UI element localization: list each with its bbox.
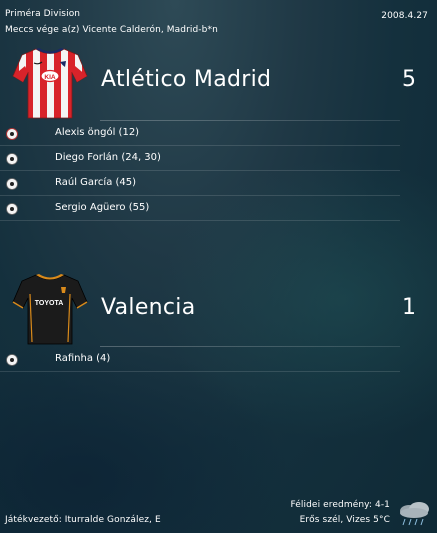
own-goal-ball-icon <box>6 128 18 140</box>
rain-cloud-icon <box>395 499 433 527</box>
league-name: Priméra Division <box>5 9 81 19</box>
scorer-row: Alexis öngól (12) <box>0 121 400 146</box>
scorer-row: Diego Forlán (24, 30) <box>0 146 400 171</box>
scorer-text: Alexis öngól (12) <box>55 127 140 138</box>
scorer-text: Rafinha (4) <box>55 353 111 364</box>
scorer-row: Rafinha (4) <box>0 347 400 372</box>
away-score: 1 <box>402 295 416 320</box>
ball-icon <box>6 178 18 190</box>
ball-icon <box>6 203 18 215</box>
home-score: 5 <box>402 67 416 92</box>
scorer-text: Diego Forlán (24, 30) <box>55 152 161 163</box>
svg-text:KIA: KIA <box>44 74 56 81</box>
ball-icon <box>6 354 18 366</box>
home-shirt-icon: KIA <box>12 46 88 120</box>
venue-status: Meccs vége a(z) Vicente Calderón, Madrid… <box>5 25 218 35</box>
away-shirt-icon: TOYOTA <box>12 272 88 346</box>
scorer-row: Raúl García (45) <box>0 171 400 196</box>
away-team-name: Valencia <box>101 295 196 320</box>
match-date: 2008.4.27 <box>381 11 428 21</box>
scorer-row: Sergio Agüero (55) <box>0 196 400 221</box>
scorer-text: Sergio Agüero (55) <box>55 202 150 213</box>
weather-info: Erős szél, Vizes 5°C <box>299 515 390 525</box>
ball-icon <box>6 153 18 165</box>
halftime-result: Félidei eredmény: 4-1 <box>290 500 390 510</box>
referee-info: Játékvezető: Iturralde González, E <box>5 515 161 525</box>
home-team-name: Atlético Madrid <box>101 67 272 92</box>
scorer-text: Raúl García (45) <box>55 177 137 188</box>
sponsor-text: TOYOTA <box>35 300 64 307</box>
